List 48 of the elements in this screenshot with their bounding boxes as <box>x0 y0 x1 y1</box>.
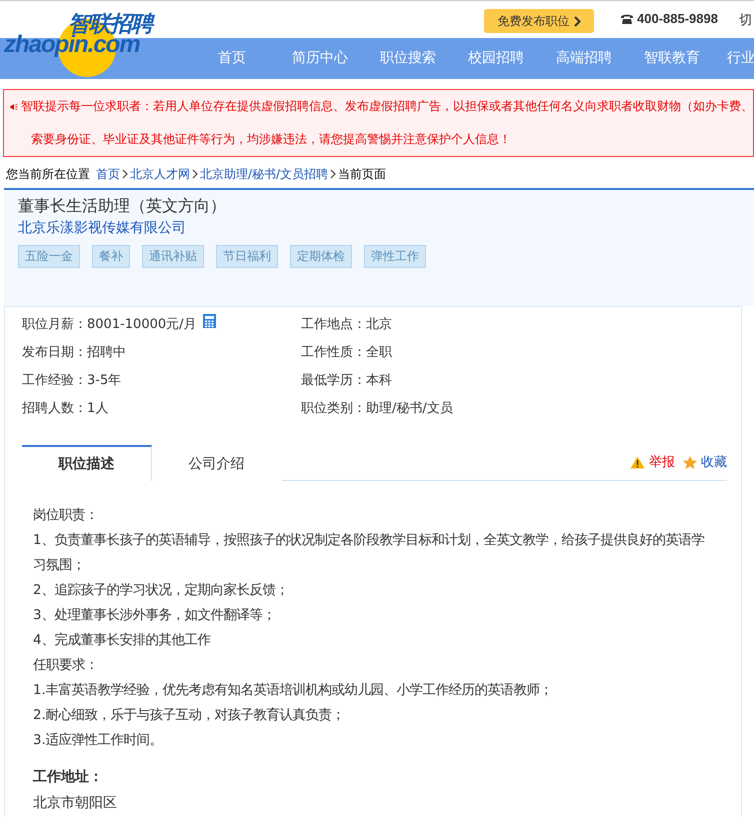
description-text: 2、追踪孩子的学习状况，定期向家长反馈； <box>33 582 290 600</box>
job-detail: 职位类别：助理/秘书/文员 <box>301 400 453 417</box>
calculator-icon[interactable] <box>202 314 216 328</box>
post-job-button[interactable]: 免费发布职位 <box>484 9 594 33</box>
job-detail: 工作经验：3-5年 <box>22 372 122 389</box>
notice-text: 智联提示每一位求职者：若用人单位存在提供虚假招聘信息、发布虚假招聘广告，以担保或者其他任何名义向求职者收取财物（如办卡费、 <box>21 98 753 115</box>
chevron-right-icon <box>330 169 336 179</box>
description-text: 岗位职责： <box>33 506 99 525</box>
chevron-right-icon <box>122 169 128 179</box>
description-text: 任职要求： <box>33 657 99 675</box>
address-heading: 工作地址： <box>33 768 104 787</box>
breadcrumb-link[interactable]: 北京助理/秘书/文员招聘 <box>200 166 328 182</box>
tab[interactable]: 职位描述 <box>22 445 152 481</box>
warning-icon <box>630 456 645 468</box>
job-detail: 最低学历：本科 <box>301 372 392 389</box>
star-icon <box>683 456 697 468</box>
description-text: 3、处理董事长涉外事务，如文件翻译等； <box>33 606 276 625</box>
benefit-tag: 五险一金 <box>18 245 80 268</box>
benefit-tag: 餐补 <box>92 245 130 268</box>
benefit-tag: 通讯补贴 <box>142 245 204 268</box>
benefit-tag: 定期体检 <box>290 245 352 268</box>
phone-number: 400-885-9898 <box>637 11 718 26</box>
phone-icon <box>620 13 634 24</box>
breadcrumb-link[interactable]: 首页 <box>96 166 120 182</box>
breadcrumb-current: 当前页面 <box>338 166 386 182</box>
company-link[interactable]: 北京乐漾影视传媒有限公司 <box>18 219 754 237</box>
header-link[interactable]: 切 <box>739 11 752 29</box>
breadcrumb-link[interactable]: 北京人才网 <box>130 166 190 182</box>
description-text: 4、完成董事长安排的其他工作 <box>33 632 212 650</box>
job-detail: 职位月薪：8001-10000元/月 <box>22 316 197 333</box>
description-text: 3.适应弹性工作时间。 <box>33 732 164 750</box>
description-text: 1.丰富英语教学经验，优先考虑有知名英语培训机构或幼儿园、小学工作经历的英语教师； <box>33 682 554 700</box>
chevron-right-icon <box>192 169 198 179</box>
benefit-tag: 节日福利 <box>216 245 278 268</box>
job-detail: 招聘人数：1人 <box>22 400 108 417</box>
benefit-tag: 弹性工作 <box>364 245 426 268</box>
chevron-right-icon <box>574 16 580 26</box>
job-detail: 工作性质：全职 <box>301 344 392 361</box>
breadcrumb-label: 您当前所在位置 <box>6 166 90 182</box>
favorite-link[interactable]: 收藏 <box>701 453 727 471</box>
description-text: 1、负责董事长孩子的英语辅导，按照孩子的状况制定各阶段教学目标和计划，全英文教学，给孩子提供良好的英语学习氛围； <box>33 532 706 575</box>
job-title: 董事长生活助理（英文方向） <box>18 196 227 217</box>
description-text: 2.耐心细致，乐于与孩子互动，对孩子教育认真负责； <box>33 706 346 725</box>
address-text: 北京市朝阳区 <box>33 794 118 813</box>
report-link[interactable]: 举报 <box>649 453 675 471</box>
job-detail: 发布日期：招聘中 <box>22 344 126 361</box>
job-detail: 工作地点：北京 <box>301 316 392 333</box>
notice-text: 索要身份证、毕业证及其他证件等行为，均涉嫌违法，请您提高警惕并注意保护个人信息！ <box>31 131 511 148</box>
